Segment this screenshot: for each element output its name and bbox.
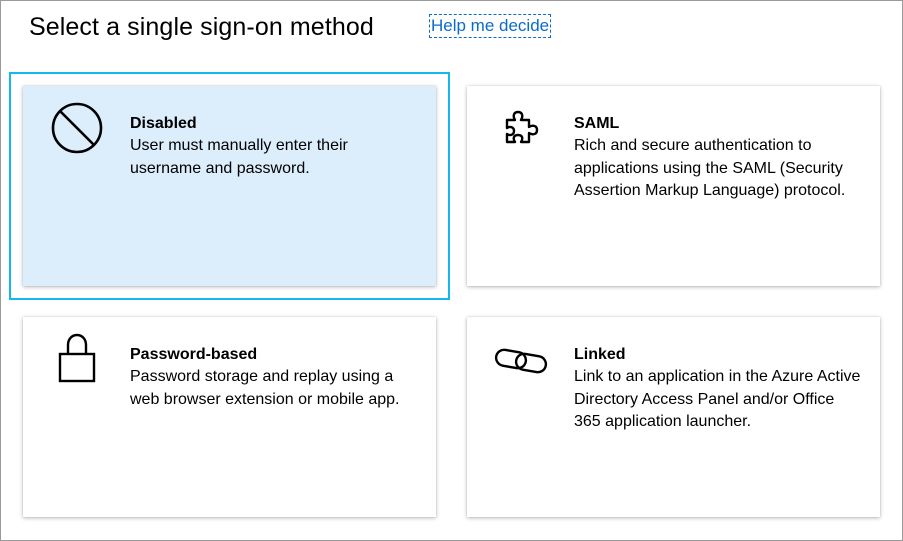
chain-link-icon xyxy=(494,348,548,374)
tile-disabled-text: Disabled User must manually enter their … xyxy=(130,113,420,180)
tile-description: Rich and secure authentication to applic… xyxy=(574,137,846,199)
tile-password-based[interactable]: Password-based Password storage and repl… xyxy=(23,317,436,517)
page-title: Select a single sign-on method xyxy=(29,12,374,41)
tile-saml[interactable]: SAML Rich and secure authentication to a… xyxy=(467,86,880,286)
sso-method-panel: Select a single sign-on method Help me d… xyxy=(0,0,903,541)
tile-description: Link to an application in the Azure Acti… xyxy=(574,368,861,430)
tile-linked[interactable]: Linked Link to an application in the Azu… xyxy=(467,317,880,517)
tile-saml-text: SAML Rich and secure authentication to a… xyxy=(574,113,864,203)
tile-title: Password-based xyxy=(130,346,258,363)
puzzle-piece-icon xyxy=(505,110,539,144)
tile-disabled[interactable]: Disabled User must manually enter their … xyxy=(23,86,436,286)
tile-description: User must manually enter their username … xyxy=(130,137,348,177)
tile-title: Disabled xyxy=(130,115,197,132)
padlock-icon xyxy=(58,333,96,383)
page-header: Select a single sign-on method xyxy=(29,9,374,45)
tile-linked-text: Linked Link to an application in the Azu… xyxy=(574,344,864,434)
tile-password-text: Password-based Password storage and repl… xyxy=(130,344,420,411)
tile-description: Password storage and replay using a web … xyxy=(130,368,400,408)
tile-title: SAML xyxy=(574,115,620,132)
tile-title: Linked xyxy=(574,346,626,363)
help-me-decide-link[interactable]: Help me decide xyxy=(428,14,552,38)
prohibited-icon xyxy=(51,102,103,154)
